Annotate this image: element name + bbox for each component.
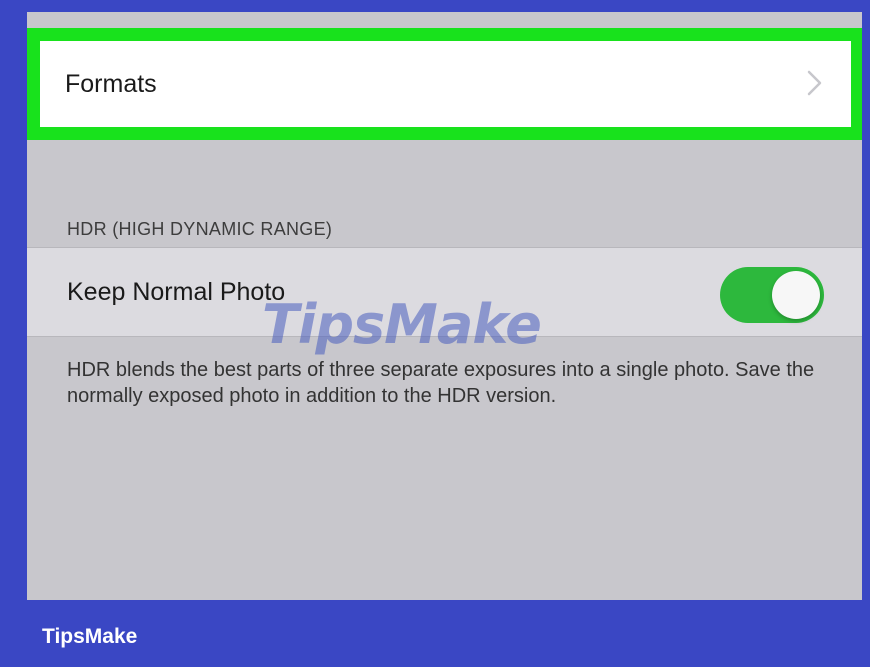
settings-screen: Formats HDR (HIGH DYNAMIC RANGE) Keep No… <box>27 12 862 600</box>
formats-row[interactable]: Formats <box>40 41 851 127</box>
hdr-description: HDR blends the best parts of three separ… <box>67 359 815 407</box>
footer-brand: TipsMake <box>42 625 138 648</box>
keep-normal-photo-row: Keep Normal Photo <box>27 247 862 337</box>
formats-label: Formats <box>65 69 157 98</box>
keep-normal-photo-toggle[interactable] <box>720 267 824 323</box>
hdr-section-header: HDR (HIGH DYNAMIC RANGE) <box>67 219 333 239</box>
toggle-knob <box>772 271 820 319</box>
keep-normal-photo-label: Keep Normal Photo <box>67 278 286 306</box>
chevron-right-icon <box>807 70 822 96</box>
